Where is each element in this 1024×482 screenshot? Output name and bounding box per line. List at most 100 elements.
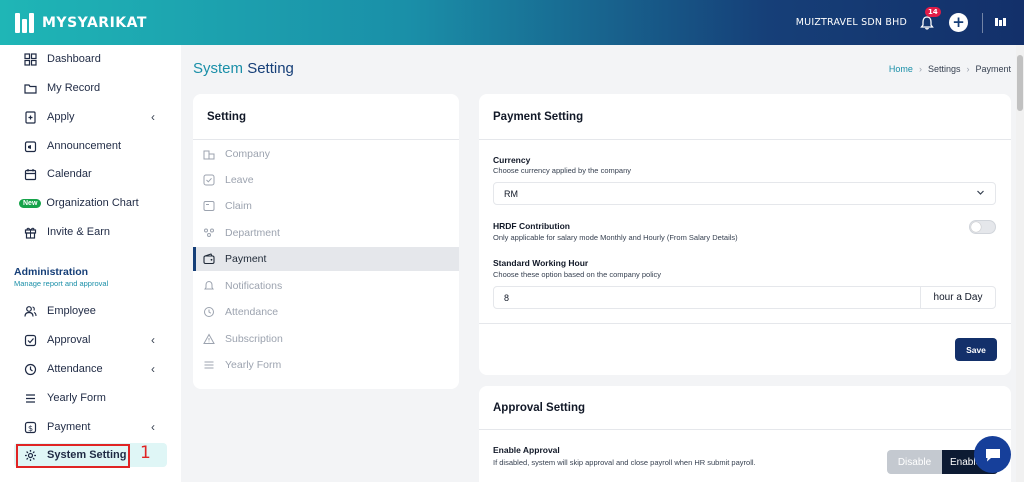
sidebar-item-my-record[interactable]: My Record bbox=[14, 76, 167, 100]
settings-item-label: Leave bbox=[225, 174, 254, 186]
sidebar-item-organization-chart[interactable]: New Organization Chart bbox=[14, 191, 167, 215]
approval-setting-title: Approval Setting bbox=[479, 386, 1011, 430]
warning-icon bbox=[203, 333, 215, 345]
calendar-icon bbox=[23, 167, 37, 181]
settings-item-notifications[interactable]: Notifications bbox=[193, 274, 459, 298]
sidebar-item-attendance[interactable]: Attendance ‹ bbox=[14, 357, 167, 381]
page-title-part1: System bbox=[193, 60, 244, 77]
annotation-box-1 bbox=[16, 444, 130, 468]
brand-logo[interactable]: MYSYARIKAT bbox=[14, 12, 147, 34]
sidebar-item-announcement[interactable]: Announcement bbox=[14, 134, 167, 158]
sidebar-item-label: Organization Chart bbox=[46, 197, 139, 209]
working-hour-help: Choose these option based on the company… bbox=[493, 270, 662, 279]
settings-item-label: Attendance bbox=[225, 306, 279, 318]
gift-icon bbox=[23, 225, 37, 239]
wallet-icon bbox=[203, 253, 215, 265]
chevron-left-icon: ‹ bbox=[151, 333, 155, 347]
sidebar-item-approval[interactable]: Approval ‹ bbox=[14, 328, 167, 352]
breadcrumb-home[interactable]: Home bbox=[889, 64, 913, 74]
receipt-icon bbox=[203, 200, 215, 212]
folder-icon bbox=[23, 81, 37, 95]
new-badge: New bbox=[19, 198, 42, 208]
chat-icon[interactable] bbox=[974, 436, 1011, 473]
settings-item-claim[interactable]: Claim bbox=[193, 194, 459, 218]
currency-label: Currency bbox=[493, 155, 531, 165]
breadcrumb-settings[interactable]: Settings bbox=[928, 64, 961, 74]
working-hour-input-group: 8 hour a Day bbox=[493, 286, 996, 309]
people-icon bbox=[203, 227, 215, 239]
settings-item-subscription[interactable]: Subscription bbox=[193, 327, 459, 351]
working-hour-input[interactable]: 8 bbox=[494, 287, 920, 308]
settings-item-label: Payment bbox=[225, 253, 267, 265]
sidebar-item-label: Announcement bbox=[47, 140, 121, 152]
check-square-icon bbox=[23, 333, 37, 347]
chevron-right-icon: › bbox=[918, 64, 922, 74]
sidebar-item-employee[interactable]: Employee bbox=[14, 299, 167, 323]
logo-icon bbox=[14, 12, 36, 34]
settings-item-company[interactable]: Company bbox=[193, 142, 459, 166]
chevron-right-icon: › bbox=[966, 64, 970, 74]
breadcrumb-payment: Payment bbox=[975, 64, 1011, 74]
settings-menu-title: Setting bbox=[193, 94, 459, 140]
sidebar-item-label: Employee bbox=[47, 305, 96, 317]
payment-setting-title: Payment Setting bbox=[479, 94, 1011, 140]
bell-icon bbox=[203, 280, 215, 292]
page-title-part2: Setting bbox=[247, 60, 294, 77]
svg-text:$: $ bbox=[27, 424, 32, 433]
header-divider bbox=[982, 12, 983, 33]
annotation-number-1: 1 bbox=[140, 443, 151, 463]
settings-item-label: Yearly Form bbox=[225, 359, 282, 371]
sidebar-item-label: Invite & Earn bbox=[47, 226, 110, 238]
page-title: System Setting bbox=[193, 60, 294, 77]
settings-menu-card: Setting Company Leave Claim Department P… bbox=[193, 94, 459, 389]
working-hour-unit: hour a Day bbox=[920, 287, 995, 308]
sidebar-item-label: Calendar bbox=[47, 168, 92, 180]
enable-approval-help: If disabled, system will skip approval a… bbox=[493, 458, 756, 467]
settings-item-attendance[interactable]: Attendance bbox=[193, 300, 459, 324]
brand-name: MYSYARIKAT bbox=[42, 14, 147, 31]
sidebar-item-payment[interactable]: $ Payment ‹ bbox=[14, 415, 167, 439]
add-button[interactable]: + bbox=[949, 13, 968, 32]
company-name[interactable]: MUIZTRAVEL SDN BHD bbox=[796, 17, 907, 28]
approval-setting-card: Approval Setting Enable Approval If disa… bbox=[479, 386, 1011, 482]
clock-icon bbox=[203, 306, 215, 318]
sidebar-item-invite-earn[interactable]: Invite & Earn bbox=[14, 220, 167, 244]
chevron-left-icon: ‹ bbox=[151, 110, 155, 124]
settings-item-department[interactable]: Department bbox=[193, 221, 459, 245]
settings-item-leave[interactable]: Leave bbox=[193, 168, 459, 192]
users-icon bbox=[23, 304, 37, 318]
clock-icon bbox=[23, 362, 37, 376]
settings-item-yearly-form[interactable]: Yearly Form bbox=[193, 353, 459, 377]
list-icon bbox=[23, 391, 37, 405]
document-plus-icon bbox=[23, 110, 37, 124]
sidebar-item-yearly-form[interactable]: Yearly Form bbox=[14, 386, 167, 410]
settings-item-label: Department bbox=[225, 227, 280, 239]
save-button[interactable]: Save bbox=[955, 338, 997, 361]
disable-option-button[interactable]: Disable bbox=[887, 450, 942, 474]
mini-logo-icon[interactable] bbox=[995, 17, 1006, 29]
hrdf-label: HRDF Contribution bbox=[493, 221, 570, 231]
notification-bell-icon[interactable]: 14 bbox=[919, 6, 941, 31]
settings-item-label: Company bbox=[225, 148, 270, 160]
hrdf-toggle[interactable] bbox=[969, 220, 996, 234]
scrollbar-thumb[interactable] bbox=[1017, 55, 1023, 111]
currency-help: Choose currency applied by the company bbox=[493, 166, 631, 175]
building-icon bbox=[203, 148, 215, 160]
chevron-left-icon: ‹ bbox=[151, 362, 155, 376]
sidebar-item-calendar[interactable]: Calendar bbox=[14, 162, 167, 186]
sidebar-item-apply[interactable]: Apply ‹ bbox=[14, 105, 167, 129]
page-scrollbar[interactable] bbox=[1016, 45, 1024, 482]
sidebar-item-dashboard[interactable]: Dashboard bbox=[14, 47, 167, 71]
dollar-icon: $ bbox=[23, 420, 37, 434]
enable-approval-label: Enable Approval bbox=[493, 445, 560, 455]
settings-item-label: Notifications bbox=[225, 280, 283, 292]
administration-subtitle: Manage report and approval bbox=[14, 279, 109, 288]
settings-item-payment[interactable]: Payment bbox=[193, 247, 459, 271]
currency-select[interactable]: RM bbox=[493, 182, 996, 205]
working-hour-label: Standard Working Hour bbox=[493, 258, 589, 268]
sidebar-item-label: Attendance bbox=[47, 363, 103, 375]
megaphone-icon bbox=[23, 139, 37, 153]
chevron-left-icon: ‹ bbox=[151, 420, 155, 434]
payment-setting-card: Payment Setting Currency Choose currency… bbox=[479, 94, 1011, 375]
breadcrumb: Home › Settings › Payment bbox=[889, 64, 1011, 74]
